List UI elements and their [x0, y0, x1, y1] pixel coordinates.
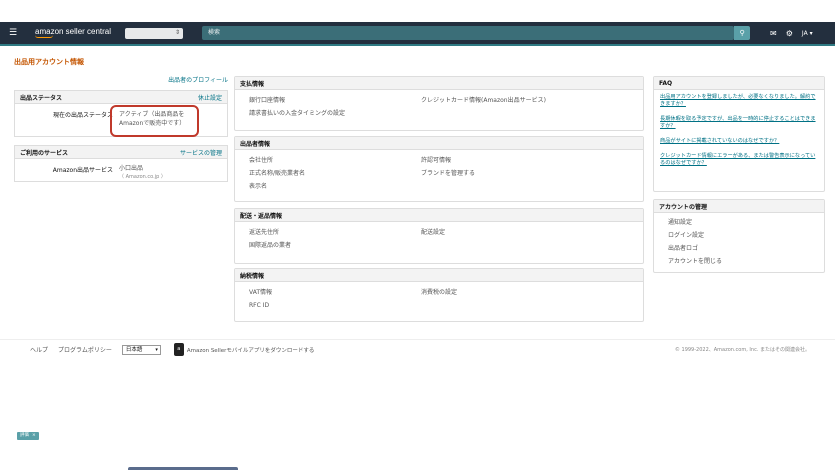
footer: ヘルプ プログラムポリシー 日本語 ▾ a Amazon Sellerモバイルア…: [0, 339, 835, 359]
services-header: ご利用のサービス サービスの管理: [15, 146, 227, 159]
seller-profile-link[interactable]: 出品者のプロフィール: [14, 76, 228, 90]
program-policy-link[interactable]: プログラムポリシー: [58, 345, 112, 354]
credit-card-link[interactable]: クレジットカード情報(Amazon出品サービス): [421, 96, 629, 105]
legal-name-link[interactable]: 正式名称/販売業者名: [249, 169, 421, 178]
faq-item-close-account[interactable]: 出品用アカウントを登録しましたが、必要なくなりました。解約できますか？: [654, 94, 824, 108]
tax-info-heading: 納税情報: [240, 272, 265, 280]
selling-plan-value: 小口出品: [119, 165, 144, 172]
current-status-label: 現在の出品ステータス: [52, 112, 113, 119]
faq-panel: FAQ 出品用アカウントを登録しましたが、必要なくなりました。解約できますか？ …: [653, 76, 825, 192]
left-column: 出品者のプロフィール 出品ステータス 休止設定 現在の出品ステータス アクティブ…: [14, 76, 228, 182]
browser-top-area: [0, 0, 835, 22]
download-app-link[interactable]: Amazon Sellerモバイルアプリをダウンロードする: [187, 346, 315, 354]
footer-language-value: 日本語: [125, 346, 143, 353]
payment-info-panel: 支払情報 銀行口座情報 クレジットカード情報(Amazon出品サービス) 請求書…: [234, 76, 644, 131]
copyright-text: © 1999-2022、Amazon.com, Inc. またはその関連会社。: [674, 347, 810, 353]
faq-item-not-listed[interactable]: 商品がサイトに掲載されていないのはなぜですか？: [654, 138, 824, 145]
feedback-tag-label: 評価: [20, 433, 29, 438]
licenses-link[interactable]: 許認可情報: [421, 156, 629, 165]
amazon-selling-service-label: Amazon出品サービス: [52, 167, 113, 174]
account-management-header: アカウントの管理: [654, 200, 824, 213]
top-nav-bar: ☰ amazon seller central ⇕ 検索 ⚲ ✉ ⚙ JA ▾: [0, 22, 835, 46]
seller-info-panel: 出品者情報 会社住所 許認可情報 正式名称/販売業者名 ブランドを管理する 表示…: [234, 136, 644, 202]
international-returns-link[interactable]: 国際返品の業者: [249, 241, 421, 250]
updown-arrow-icon: ⇕: [175, 28, 181, 36]
login-settings-link[interactable]: ログイン設定: [654, 229, 824, 242]
return-address-link[interactable]: 返送先住所: [249, 228, 421, 237]
seller-central-logo[interactable]: amazon seller central: [35, 28, 111, 38]
faq-item-credit-card-error[interactable]: クレジットカード情報にエラーがある、または警告表示になっているのはなぜですか？: [654, 153, 824, 167]
listing-status-heading: 出品ステータス: [20, 94, 63, 102]
services-heading: ご利用のサービス: [20, 149, 69, 157]
dropdown-arrow-icon: ▾: [155, 346, 158, 353]
mobile-app-icon[interactable]: a: [173, 343, 184, 356]
close-account-link[interactable]: アカウントを閉じる: [654, 255, 824, 268]
bank-account-link[interactable]: 銀行口座情報: [249, 96, 421, 105]
close-icon[interactable]: ×: [32, 432, 36, 440]
listing-status-panel: 出品ステータス 休止設定 現在の出品ステータス アクティブ（出品商品をAmazo…: [14, 90, 228, 137]
hamburger-icon[interactable]: ☰: [9, 28, 25, 38]
page-title: 出品用アカウント情報: [14, 58, 84, 66]
listing-status-header: 出品ステータス 休止設定: [15, 91, 227, 104]
manage-services-link[interactable]: サービスの管理: [180, 148, 222, 157]
footer-language-select[interactable]: 日本語 ▾: [121, 344, 161, 355]
highlight-box: [110, 105, 199, 137]
faq-header: FAQ: [654, 77, 824, 90]
shipping-returns-header: 配送・返品情報: [235, 209, 643, 222]
search-icon: ⚲: [739, 29, 745, 37]
services-panel: ご利用のサービス サービスの管理 Amazon出品サービス 小口出品 （ Ama…: [14, 145, 228, 182]
tax-info-panel: 納税情報 VAT情報 消費税の設定 RFC ID: [234, 268, 644, 322]
feedback-tag[interactable]: 評価 ×: [17, 432, 39, 440]
notification-settings-link[interactable]: 通知設定: [654, 216, 824, 229]
shipping-settings-link[interactable]: 配送設定: [421, 228, 629, 237]
tax-info-header: 納税情報: [235, 269, 643, 282]
amazon-smile-icon: [35, 35, 53, 38]
vat-info-link[interactable]: VAT情報: [249, 288, 421, 297]
gear-icon[interactable]: ⚙: [786, 29, 793, 38]
manage-brands-link[interactable]: ブランドを管理する: [421, 169, 629, 178]
faq-heading: FAQ: [659, 79, 673, 87]
help-link[interactable]: ヘルプ: [30, 345, 48, 354]
payment-info-header: 支払情報: [235, 77, 643, 90]
account-management-heading: アカウントの管理: [659, 203, 708, 211]
mail-icon[interactable]: ✉: [770, 29, 777, 38]
invoice-timing-link[interactable]: 請求書払いの入金タイミングの設定: [249, 109, 421, 118]
payment-info-heading: 支払情報: [240, 80, 265, 88]
search-input[interactable]: 検索: [202, 26, 735, 40]
account-management-panel: アカウントの管理 通知設定 ログイン設定 出品者ロゴ アカウントを閉じる: [653, 199, 825, 273]
faq-item-vacation[interactable]: 長期休暇を取る予定ですが、出品を一時的に停止することはできますか？: [654, 116, 824, 130]
shipping-returns-heading: 配送・返品情報: [240, 212, 283, 220]
rfc-id-link[interactable]: RFC ID: [249, 301, 421, 310]
display-name-link[interactable]: 表示名: [249, 182, 421, 191]
seller-info-heading: 出品者情報: [240, 140, 271, 148]
seller-logo-link[interactable]: 出品者ロゴ: [654, 242, 824, 255]
consumption-tax-link[interactable]: 消費税の設定: [421, 288, 629, 297]
language-selector[interactable]: JA ▾: [802, 30, 813, 37]
search-button[interactable]: ⚲: [734, 26, 751, 40]
seller-info-header: 出品者情報: [235, 137, 643, 150]
shipping-returns-panel: 配送・返品情報 返送先住所 配送設定 国際返品の業者: [234, 208, 644, 264]
store-selector[interactable]: ⇕: [125, 27, 184, 39]
marketplace-value: （ Amazon.co.jp ）: [119, 174, 166, 180]
pause-settings-link[interactable]: 休止設定: [198, 93, 222, 102]
business-address-link[interactable]: 会社住所: [249, 156, 421, 165]
